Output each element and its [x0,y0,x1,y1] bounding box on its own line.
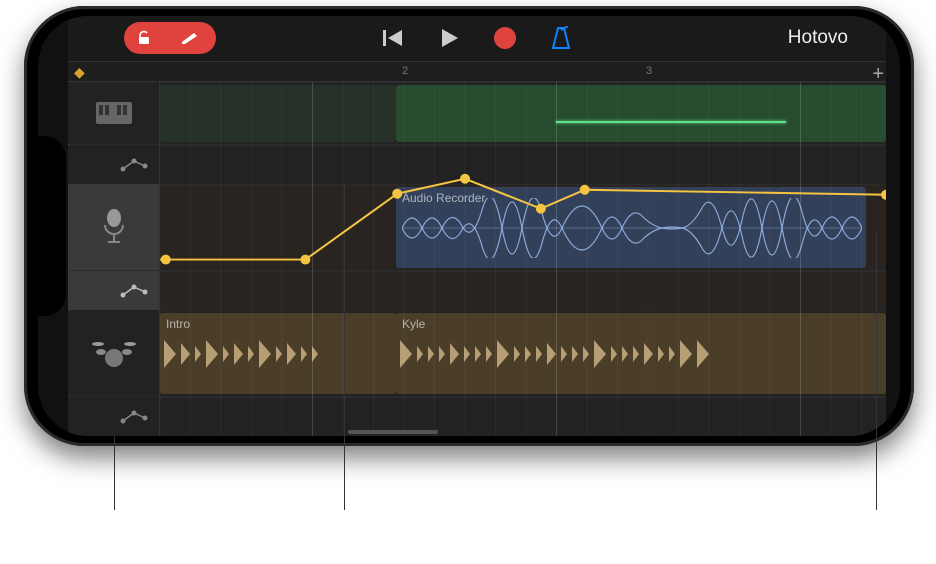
silence-switch [24,136,26,166]
track-lane-1[interactable] [160,82,886,144]
done-button[interactable]: Hotovo [788,27,848,49]
unlock-icon [136,30,152,46]
play-icon [438,27,460,49]
track-1-automation-lane[interactable] [160,145,886,184]
automation-curve-icon [119,409,149,425]
rewind-icon [382,28,404,48]
edit-lock-group [124,22,216,54]
volume-up-button [24,186,26,241]
track-1-automation-row[interactable] [68,144,886,184]
playhead-marker-icon: ◆ [74,64,85,81]
control-bar: Hotovo [68,16,886,61]
track-header-1[interactable] [68,82,160,144]
track-2-automation-row[interactable] [68,270,886,310]
tracks-view: Audio Recorder [68,82,886,436]
midi-region-1a[interactable] [160,85,396,142]
volume-down-button [24,251,26,306]
go-to-beginning-button[interactable] [376,21,410,55]
callout-line-2 [344,184,345,510]
track-1-automation-toggle[interactable] [68,145,160,184]
track-3-automation-toggle[interactable] [68,397,160,436]
track-lane-3[interactable]: Intro Kyle [160,310,886,396]
power-button [912,146,914,246]
ruler-bar-3: 3 [646,65,652,77]
lock-button[interactable] [124,22,164,54]
play-button[interactable] [432,21,466,55]
midi-region-1b[interactable] [396,85,886,142]
drum-region-3a[interactable]: Intro [160,313,396,394]
track-row-2[interactable]: Audio Recorder [68,184,886,270]
track-row-3[interactable]: Intro Kyle [68,310,886,396]
phone-frame: Hotovo ◆ 2 3 + [24,6,914,446]
horizontal-scroll-indicator[interactable] [348,430,438,434]
record-icon [494,27,516,49]
metronome-icon [550,26,572,50]
app-screen: Hotovo ◆ 2 3 + [68,16,886,436]
keys-icon [92,98,136,128]
mic-icon [92,212,136,242]
track-header-2[interactable] [68,184,160,270]
metronome-button[interactable] [544,21,578,55]
pencil-icon [180,31,200,45]
automation-curve-icon [119,283,149,299]
track-2-automation-toggle[interactable] [68,271,160,310]
waveform-icon [402,198,862,258]
automation-curve-icon [119,157,149,173]
track-2-automation-lane[interactable] [160,271,886,310]
callout-line-3 [876,230,877,510]
drumkit-icon [92,338,136,368]
phone-screen-bezel: Hotovo ◆ 2 3 + [38,16,900,436]
drum-region-3b[interactable]: Kyle [396,313,886,394]
phone-notch [38,136,66,316]
edit-button[interactable] [164,22,216,54]
audio-region-2[interactable]: Audio Recorder [396,187,866,268]
ruler-bar-2: 2 [402,65,408,77]
track-3-automation-lane[interactable] [160,397,886,436]
record-button[interactable] [488,21,522,55]
track-lane-2[interactable]: Audio Recorder [160,184,886,270]
track-row-1[interactable] [68,82,886,144]
track-3-automation-row[interactable] [68,396,886,436]
timeline-ruler[interactable]: ◆ 2 3 + [68,61,886,82]
track-header-3[interactable] [68,310,160,396]
transport-controls [376,21,578,55]
